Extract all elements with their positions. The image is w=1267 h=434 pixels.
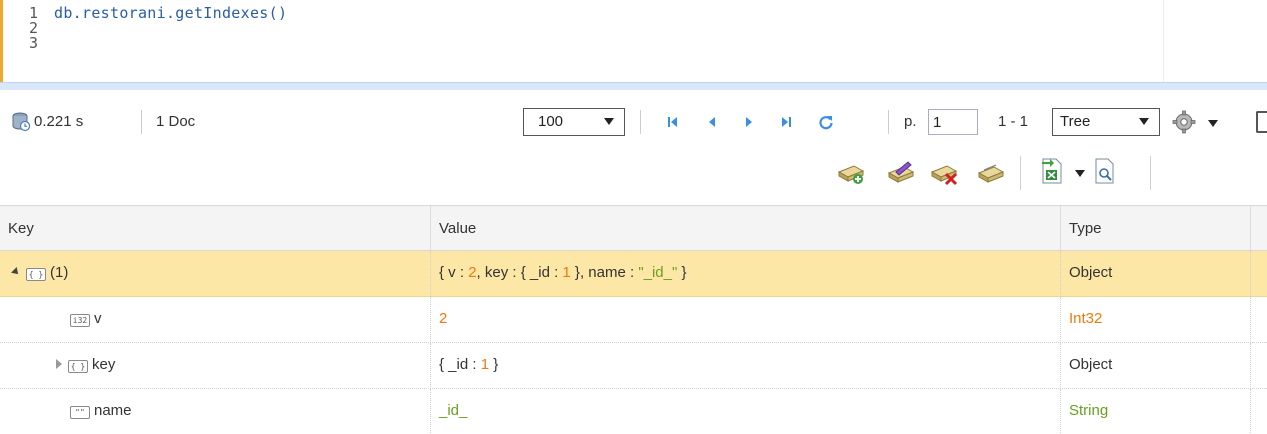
value-text: } <box>677 264 687 281</box>
first-page-icon <box>668 117 677 127</box>
type-cell: String <box>1061 389 1251 434</box>
view-mode-select[interactable]: Tree <box>1052 108 1160 136</box>
toolbar-divider <box>888 110 889 134</box>
export-dropdown-chevron[interactable] <box>1075 170 1085 177</box>
settings-dropdown-chevron[interactable] <box>1208 120 1218 127</box>
value-cell: { v : 2, key : { _id : 1 }, name : "_id_… <box>431 251 1061 297</box>
database-timer-icon <box>12 112 30 132</box>
next-page-button[interactable] <box>741 114 757 130</box>
execution-time: 0.221 s <box>34 113 84 130</box>
key-cell: { } key <box>0 343 431 389</box>
add-document-button[interactable] <box>836 160 866 186</box>
refresh-icon <box>819 116 833 130</box>
document-icon <box>977 164 1005 183</box>
key-cell: i32 v <box>0 297 431 343</box>
object-icon: { } <box>26 268 46 281</box>
value-cell: _id_ <box>431 389 1061 434</box>
value-text: { v : <box>439 264 469 281</box>
first-page-button[interactable] <box>665 114 681 130</box>
toolbar-row-navigation: 0.221 s 1 Doc 100 p. 1 1 - 1 Tree <box>0 108 1267 138</box>
previous-page-icon <box>709 117 715 127</box>
view-mode-value: Tree <box>1060 113 1091 130</box>
line-number-gutter: 1 2 3 <box>10 6 38 51</box>
page-size-select[interactable]: 100 <box>523 108 625 136</box>
value-text: }, name : <box>570 264 639 281</box>
table-row[interactable]: i32 v 2 Int32 <box>0 297 1267 343</box>
previous-page-button[interactable] <box>704 114 720 130</box>
result-range: 1 - 1 <box>998 113 1029 130</box>
toolbar-divider <box>1150 156 1151 190</box>
results-toolbar: 0.221 s 1 Doc 100 p. 1 1 - 1 Tree <box>0 90 1267 200</box>
value-cell: { _id : 1 } <box>431 343 1061 389</box>
last-page-icon <box>782 117 791 127</box>
edit-document-icon <box>887 161 915 183</box>
editor-margin-line <box>1163 0 1164 82</box>
object-icon: { } <box>68 360 88 373</box>
key-label: v <box>94 310 102 327</box>
edit-document-button[interactable] <box>886 160 916 186</box>
results-tree-grid: Key Value Type { } (1) { v : 2, key : { _… <box>0 205 1267 434</box>
editor-splitter[interactable] <box>0 82 1267 90</box>
last-page-button[interactable] <box>778 114 794 130</box>
value-number: 1 <box>562 264 571 281</box>
value-cell: 2 <box>431 297 1061 343</box>
table-row[interactable]: { } key { _id : 1 } Object <box>0 343 1267 389</box>
chevron-down-icon <box>1139 118 1149 125</box>
type-cell: Object <box>1061 251 1251 297</box>
toolbar-divider <box>1020 156 1021 190</box>
preview-document-icon[interactable] <box>1094 158 1116 184</box>
int32-icon: i32 <box>70 314 90 327</box>
key-cell: { } (1) <box>0 251 431 297</box>
expand-icon[interactable] <box>56 359 62 369</box>
value-string: "_id_" <box>638 264 678 281</box>
grid-header: Key Value Type <box>0 205 1267 252</box>
key-label: name <box>94 402 132 419</box>
type-cell: Object <box>1061 343 1251 389</box>
next-page-icon <box>746 117 752 127</box>
refresh-button[interactable] <box>818 114 834 130</box>
value-text: , key : { _id : <box>476 264 563 281</box>
add-document-icon <box>837 165 865 184</box>
page-size-value: 100 <box>538 113 564 130</box>
collapse-icon[interactable] <box>11 267 21 277</box>
value-number: 2 <box>468 264 477 281</box>
key-label: (1) <box>50 264 69 281</box>
string-icon: "" <box>70 406 90 419</box>
key-cell: "" name <box>0 389 431 434</box>
query-code[interactable]: db.restorani.getIndexes() <box>54 6 287 21</box>
table-row[interactable]: { } (1) { v : 2, key : { _id : 1 }, name … <box>0 251 1267 297</box>
delete-document-button[interactable] <box>929 160 959 186</box>
type-cell: Int32 <box>1061 297 1251 343</box>
value-text: } <box>489 356 499 373</box>
page-label: p. <box>904 113 917 130</box>
line-number: 3 <box>28 34 38 52</box>
panel-toggle-icon[interactable] <box>1256 111 1267 133</box>
column-header-key[interactable]: Key <box>0 206 431 252</box>
toolbar-divider <box>141 110 142 134</box>
view-document-button[interactable] <box>976 160 1006 186</box>
query-editor[interactable]: 1 2 3 db.restorani.getIndexes() <box>0 0 1267 82</box>
page-number-input[interactable] <box>928 109 978 135</box>
document-count: 1 Doc <box>156 113 196 130</box>
value-text: { _id : <box>439 356 481 373</box>
chevron-down-icon <box>604 118 614 125</box>
delete-document-icon <box>930 165 958 186</box>
column-header-type[interactable]: Type <box>1061 206 1251 252</box>
toolbar-row-document-actions <box>0 152 1267 192</box>
table-row[interactable]: "" name _id_ String <box>0 389 1267 434</box>
editor-accent-bar <box>0 0 3 82</box>
key-label: key <box>92 356 116 373</box>
export-excel-icon[interactable] <box>1040 158 1064 184</box>
gear-icon[interactable] <box>1172 110 1196 134</box>
toolbar-divider <box>640 110 641 134</box>
column-header-value[interactable]: Value <box>431 206 1061 252</box>
value-number: 1 <box>480 356 490 373</box>
